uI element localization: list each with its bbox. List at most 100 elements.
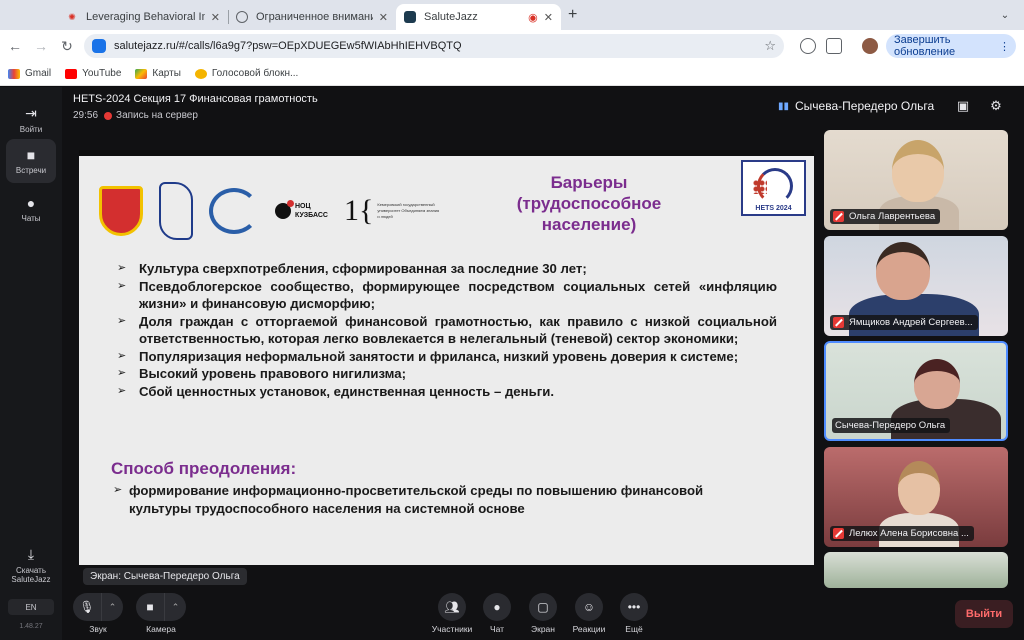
mic-off-icon	[833, 211, 844, 222]
participant-tile[interactable]: Лелюх Алена Борисовна ...	[824, 447, 1008, 547]
people-icon: 👥︎	[444, 600, 460, 614]
mic-off-icon[interactable]: 🎙︎	[73, 593, 101, 621]
chat-button[interactable]: ●	[483, 593, 511, 621]
translate-icon[interactable]	[800, 38, 816, 54]
youtube-icon	[65, 68, 78, 79]
reactions-button[interactable]: ☺	[575, 593, 603, 621]
sidebar-item-meetings[interactable]: ■ Встречи	[6, 139, 56, 183]
participant-tile-partial[interactable]	[824, 552, 1008, 588]
slide-subtitle: Способ преодоления:	[111, 459, 297, 478]
slide-sub-bullet: формирование информационно-просветительс…	[113, 482, 753, 517]
participant-tile-speaking[interactable]: Сычева-Передеро Ольга	[824, 341, 1008, 441]
chat-bubble-icon: ●	[493, 600, 501, 614]
forward-arrow-icon[interactable]: →	[32, 37, 50, 55]
close-tab-icon[interactable]: ✕	[379, 11, 388, 24]
participant-tile[interactable]: Ямщиков Андрей Сергеев...	[824, 236, 1008, 336]
recording-indicator-icon: ◉	[528, 11, 538, 24]
camera-icon: ■	[26, 147, 36, 163]
login-icon: ⇥	[25, 104, 37, 121]
slide-bullet: Псевдоблогерское сообщество, формирующее…	[117, 278, 777, 313]
gmail-icon	[8, 68, 20, 79]
mic-off-icon	[833, 528, 844, 539]
kemgu-logo: 1{ Кемеровский государственный университ…	[343, 194, 440, 227]
close-tab-icon[interactable]: ✕	[211, 11, 220, 24]
browser-tab-3-active[interactable]: SaluteJazz ◉ ✕	[396, 4, 561, 30]
address-bar[interactable]: salutejazz.ru/#/calls/l6a9g7?psw=OEpXDUE…	[84, 34, 784, 58]
close-tab-icon[interactable]: ✕	[544, 11, 553, 24]
browser-tab-1[interactable]: ✺ Leveraging Behavioral Insight ✕	[58, 4, 228, 30]
site-info-icon[interactable]	[92, 39, 106, 53]
participant-video	[876, 242, 930, 300]
slide-bullet: Популяризация неформальной занятости и ф…	[117, 348, 777, 366]
kemerovo-coat-of-arms-logo	[99, 186, 143, 236]
bookmark-gmail[interactable]: Gmail	[8, 68, 51, 79]
participant-video	[892, 140, 944, 202]
kemgu-mark-icon: 1{	[343, 194, 374, 227]
chevron-up-icon[interactable]: ⌃	[101, 593, 123, 621]
slide-logos: НОЦ КУЗБАСС 1{ Кемеровский государственн…	[99, 182, 455, 240]
bookmarks-bar: Gmail YouTube Карты Голосовой блокн...	[0, 62, 1024, 86]
sound-control[interactable]: 🎙︎ ⌃	[73, 593, 123, 621]
mic-off-icon	[833, 317, 844, 328]
chevron-up-icon[interactable]: ⌃	[164, 593, 186, 621]
sidebar-item-chats[interactable]: ● Чаты	[6, 187, 56, 231]
meeting-title: HETS-2024 Секция 17 Финансовая грамотнос…	[73, 93, 318, 105]
screen-share-button[interactable]: ▢	[529, 593, 557, 621]
slide-bullet: Доля граждан с отторгаемой финансовой гр…	[117, 313, 777, 348]
active-speaker: ▮▮ Сычева-Передеро Ольга	[778, 99, 935, 113]
kuzbass-figure-logo	[159, 182, 193, 240]
download-salutejazz-button[interactable]: ⤓ Скачать SaluteJazz	[6, 541, 56, 589]
language-switch[interactable]: EN	[8, 599, 54, 615]
app-version: 1.48.27	[19, 623, 43, 630]
more-button[interactable]: •••	[620, 593, 648, 621]
slide-bullet: Сбой ценностных установок, единственная …	[117, 383, 777, 401]
slide-title: Барьеры (трудоспособное население)	[516, 173, 662, 234]
salutejazz-app: ⇥ Войти ■ Встречи ● Чаты ⤓ Скачать Salut…	[0, 87, 1024, 640]
browser-toolbar: ← → ↻ salutejazz.ru/#/calls/l6a9g7?psw=O…	[0, 30, 1024, 62]
audio-level-icon: ▮▮	[778, 100, 790, 112]
participant-video	[914, 359, 960, 409]
back-arrow-icon[interactable]: ←	[6, 37, 24, 55]
participant-video	[898, 461, 940, 515]
tab-search-chevron-icon[interactable]: ⌄	[996, 6, 1014, 24]
smile-icon: ☺	[582, 600, 596, 614]
reload-icon[interactable]: ↻	[58, 37, 76, 55]
globe-icon	[236, 11, 248, 23]
screen-share-icon: ▢	[537, 600, 549, 614]
settings-gear-icon[interactable]: ⚙	[988, 98, 1004, 113]
browser-tab-2[interactable]: Ограниченное внимание по ✕	[228, 4, 396, 30]
meeting-timer: 29:56 Запись на сервер	[73, 110, 198, 121]
slide-bullet: Культура сверхпотребления, сформированна…	[117, 260, 777, 278]
browser-tabstrip: ✺ Leveraging Behavioral Insight ✕ Ограни…	[0, 0, 1024, 30]
shared-screen: НОЦ КУЗБАСС 1{ Кемеровский государственн…	[79, 150, 814, 565]
chat-icon: ●	[26, 195, 36, 211]
bookmark-maps[interactable]: Карты	[135, 68, 181, 79]
layout-icon[interactable]: ▣	[955, 98, 971, 113]
tab-favicon-icon: ✺	[68, 11, 76, 22]
sidebar-item-login[interactable]: ⇥ Войти	[6, 97, 56, 141]
extensions-puzzle-icon[interactable]	[826, 38, 842, 54]
left-sidebar: ⇥ Войти ■ Встречи ● Чаты ⤓ Скачать Salut…	[0, 87, 62, 640]
leave-button[interactable]: Выйти	[955, 600, 1013, 628]
salutejazz-favicon-icon	[404, 11, 416, 23]
bookmark-star-icon[interactable]: ☆	[764, 38, 776, 54]
profile-avatar[interactable]	[862, 38, 878, 54]
participant-tile[interactable]: Ольга Лаврентьева	[824, 130, 1008, 230]
bookmark-youtube[interactable]: YouTube	[65, 68, 121, 79]
record-icon	[104, 111, 113, 120]
maps-icon	[135, 68, 148, 79]
video-camera-icon[interactable]: ■	[136, 593, 164, 621]
slide-bullet: Высокий уровень правового нигилизма;	[117, 365, 777, 383]
camera-control[interactable]: ■ ⌃	[136, 593, 186, 621]
slide-top-bar	[79, 150, 814, 156]
more-horizontal-icon: •••	[627, 600, 641, 614]
finish-update-button[interactable]: Завершить обновление ⋮	[886, 34, 1016, 58]
more-vertical-icon[interactable]: ⋮	[999, 40, 1010, 53]
new-tab-icon[interactable]: +	[568, 6, 577, 24]
bookmark-voice-notepad[interactable]: Голосовой блокн...	[194, 68, 298, 79]
screen-share-label: Экран: Сычева-Передеро Ольга	[83, 568, 247, 585]
participants-button[interactable]: 👥︎	[438, 593, 466, 621]
hets-2024-logo: HETS 2024	[741, 160, 806, 216]
nots-kuzbass-logo: НОЦ КУЗБАСС	[275, 200, 328, 220]
voice-notepad-icon	[194, 68, 207, 79]
